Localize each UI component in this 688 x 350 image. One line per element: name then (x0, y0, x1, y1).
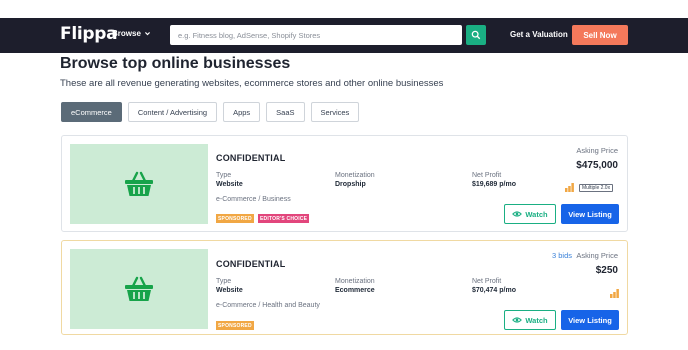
listing-thumbnail[interactable] (70, 144, 208, 224)
asking-price-value: $250 (595, 265, 618, 276)
browse-label: Browse (112, 29, 141, 38)
net-profit-value: $70,474 p/mo (472, 287, 516, 294)
tab-ecommerce[interactable]: eCommerce (61, 102, 122, 122)
watch-button[interactable]: Watch (504, 310, 556, 330)
eye-icon (512, 317, 523, 323)
page-title: Browse top online businesses (60, 55, 291, 72)
type-label: Type (216, 278, 232, 285)
type-label: Type (216, 172, 232, 179)
sell-now-button[interactable]: Sell Now (572, 25, 628, 45)
view-listing-button[interactable]: View Listing (561, 204, 619, 224)
monetization-label: Monetization (335, 278, 375, 285)
chevron-down-icon (144, 32, 150, 36)
shopping-basket-icon (125, 171, 153, 196)
watch-label: Watch (525, 315, 548, 325)
listing-card[interactable]: CONFIDENTIAL Type Website Monetization E… (61, 240, 628, 335)
get-valuation-link[interactable]: Get a Valuation (510, 30, 568, 39)
top-navbar: Flippa Browse Get a Valuation Sell Now (0, 18, 688, 53)
listing-thumbnail[interactable] (70, 249, 208, 329)
listing-card[interactable]: CONFIDENTIAL Type Website Monetization D… (61, 135, 628, 232)
profit-bars-icon (565, 183, 574, 192)
search-input[interactable] (170, 25, 462, 45)
net-profit-label: Net Profit (472, 278, 502, 285)
sponsored-badge: SPONSORED (216, 321, 254, 330)
tab-content-advertising[interactable]: Content / Advertising (127, 102, 218, 122)
search-icon (471, 30, 481, 40)
editors-choice-badge: EDITOR'S CHOICE (258, 214, 310, 223)
asking-price-label: Asking Price (576, 146, 618, 155)
browse-menu-button[interactable]: Browse (112, 29, 151, 38)
sponsored-badge: SPONSORED (216, 214, 254, 223)
page-subtitle: These are all revenue generating website… (60, 78, 444, 89)
net-profit-value: $19,689 p/mo (472, 181, 516, 188)
search-button[interactable] (466, 25, 486, 45)
listing-category: e-Commerce / Health and Beauty (216, 302, 320, 309)
asking-price-value: $475,000 (576, 160, 618, 171)
flippa-logo[interactable]: Flippa (60, 24, 118, 44)
tab-apps[interactable]: Apps (223, 102, 261, 122)
profit-bars-icon (610, 289, 619, 298)
tab-services[interactable]: Services (310, 102, 360, 122)
asking-price-label: Asking Price (576, 251, 618, 260)
type-value: Website (216, 181, 243, 188)
monetization-value: Dropship (335, 181, 366, 188)
type-value: Website (216, 287, 243, 294)
monetization-value: Ecommerce (335, 287, 375, 294)
tab-saas[interactable]: SaaS (266, 102, 305, 122)
listing-title[interactable]: CONFIDENTIAL (216, 153, 285, 163)
multiple-badge: Multiple 2.0x (579, 184, 614, 192)
shopping-basket-icon (125, 276, 153, 301)
listing-title[interactable]: CONFIDENTIAL (216, 259, 285, 269)
eye-icon (512, 211, 523, 217)
listing-category: e-Commerce / Business (216, 196, 291, 203)
bids-count[interactable]: 3 bids (552, 251, 572, 260)
watch-button[interactable]: Watch (504, 204, 556, 224)
watch-label: Watch (525, 209, 548, 219)
monetization-label: Monetization (335, 172, 375, 179)
net-profit-label: Net Profit (472, 172, 502, 179)
category-tabs: eCommerce Content / Advertising Apps Saa… (61, 102, 360, 122)
view-listing-button[interactable]: View Listing (561, 310, 619, 330)
